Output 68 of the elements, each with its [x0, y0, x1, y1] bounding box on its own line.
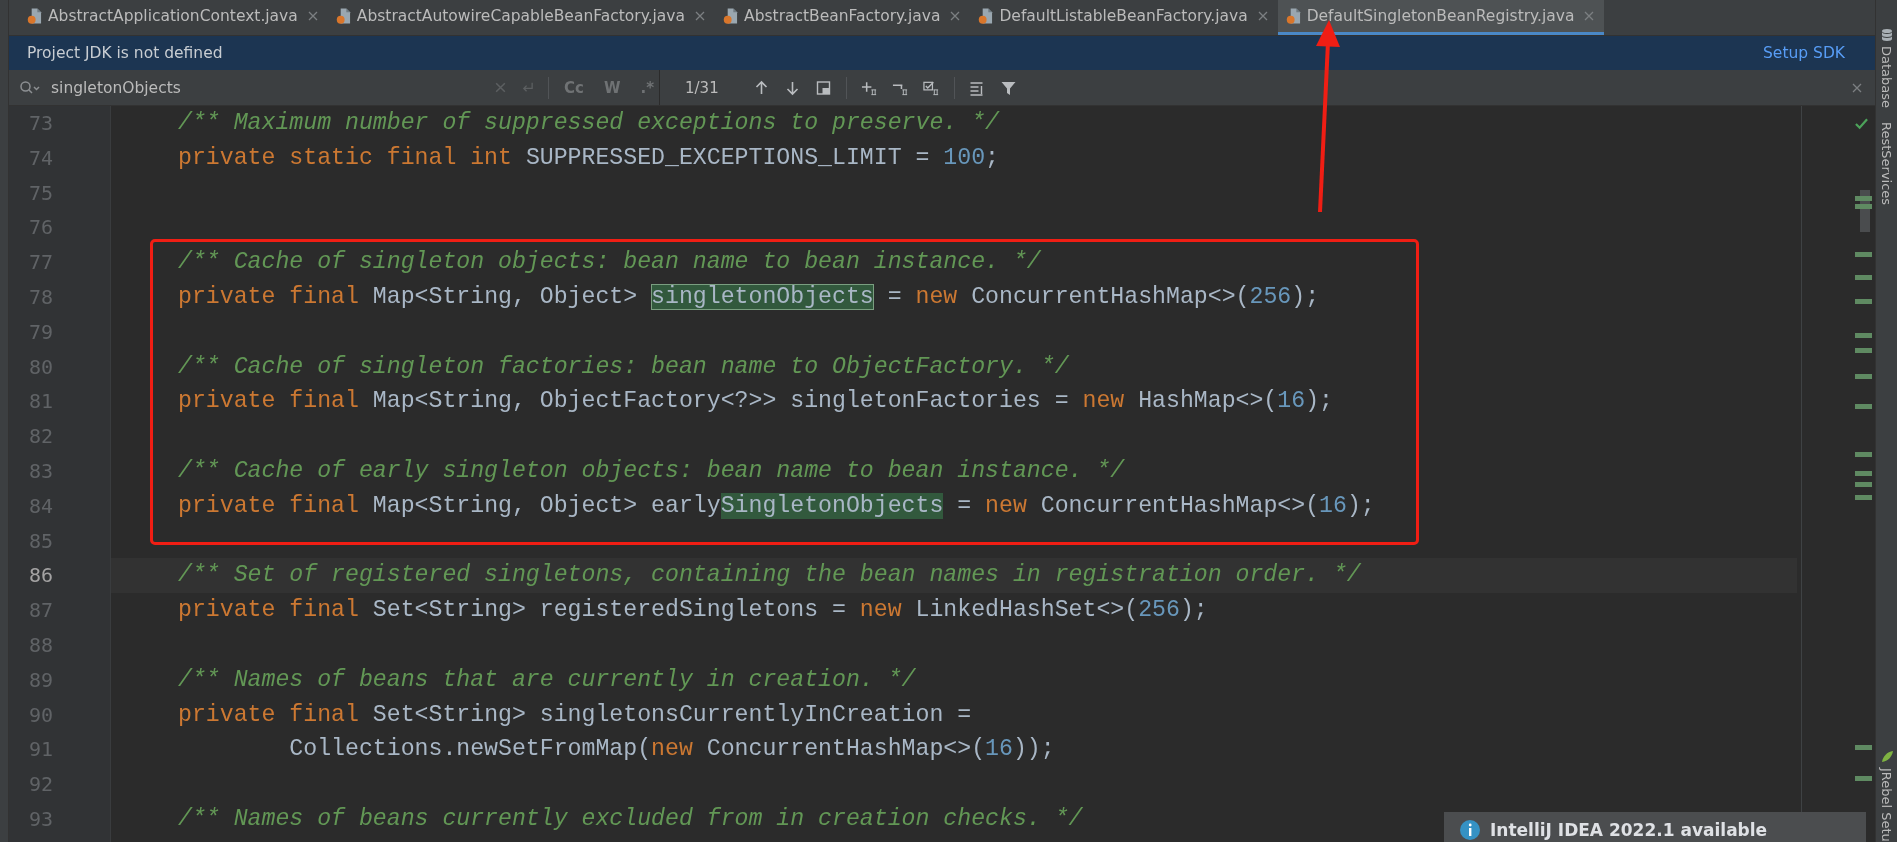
- editor-tab[interactable]: DefaultSingletonBeanRegistry.java: [1277, 0, 1605, 35]
- java-file-icon: [978, 7, 994, 25]
- close-icon[interactable]: [307, 11, 318, 21]
- close-icon[interactable]: [950, 11, 961, 21]
- tool-window-button[interactable]: JRebel Setu: [1879, 750, 1894, 842]
- filter-icon[interactable]: [999, 79, 1017, 96]
- match-marker: [1855, 196, 1872, 201]
- code-line: private final Map<String, Object> earlySingletonObjects = new ConcurrentHashMap<>(16);: [178, 492, 1375, 519]
- setup-sdk-link[interactable]: Setup SDK: [1763, 44, 1845, 62]
- align-icon[interactable]: [968, 79, 986, 96]
- match-marker: [1855, 374, 1872, 379]
- java-file-icon: [27, 7, 42, 25]
- editor-tab[interactable]: AbstractBeanFactory.java: [715, 0, 971, 35]
- match-marker: [1855, 204, 1872, 209]
- tab-label: DefaultListableBeanFactory.java: [999, 7, 1248, 25]
- match-marker: [1855, 348, 1872, 353]
- match-marker: [1855, 776, 1872, 781]
- check-icon: [1855, 118, 1868, 130]
- add-occurrence-icon[interactable]: [860, 79, 878, 96]
- code-line: private static final int SUPPRESSED_EXCEPTIONS_LIMIT = 100;: [178, 144, 999, 171]
- banner-message: Project JDK is not defined: [27, 44, 223, 62]
- java-file-icon: [335, 7, 351, 25]
- code-line: /** Set of registered singletons, containing the bean names in registration order. */: [178, 562, 1361, 589]
- code-line: private final Set<String> singletonsCurrentlyInCreation =: [178, 701, 972, 728]
- match-marker: [1855, 495, 1872, 500]
- match-marker: [1855, 333, 1872, 338]
- code-line: private final Set<String> registeredSingletons = new LinkedHashSet<>(256);: [178, 597, 1208, 624]
- code-line: /** Names of beans currently excluded from in creation checks. */: [178, 805, 1083, 832]
- code-line: /** Names of beans that are currently in creation. */: [178, 666, 916, 693]
- close-icon[interactable]: [1584, 11, 1595, 21]
- close-icon[interactable]: [1257, 11, 1268, 21]
- tab-label: AbstractAutowireCapableBeanFactory.java: [356, 7, 686, 25]
- match-marker: [1855, 482, 1872, 487]
- code-line: private final Map<String, ObjectFactory<?>> singletonFactories = new HashMap<>(16);: [178, 388, 1333, 415]
- code-line: /** Cache of early singleton objects: bean name to bean instance. */: [178, 457, 1125, 484]
- tool-window-button[interactable]: RestServices: [1879, 122, 1894, 206]
- tab-label: AbstractBeanFactory.java: [744, 7, 941, 25]
- info-icon: [1460, 820, 1480, 840]
- match-marker: [1855, 299, 1872, 304]
- match-marker: [1855, 452, 1872, 457]
- java-file-icon: [1285, 7, 1301, 25]
- close-icon[interactable]: [695, 11, 706, 21]
- match-marker: [1855, 745, 1872, 750]
- java-file-icon: [723, 7, 739, 25]
- notification-title: IntelliJ IDEA 2022.1 available: [1490, 820, 1768, 840]
- clear-icon[interactable]: [494, 81, 507, 94]
- editor-tab[interactable]: AbstractApplicationContext.java: [19, 0, 328, 35]
- match-marker: [1855, 252, 1872, 257]
- tool-window-button[interactable]: Database: [1879, 28, 1894, 109]
- tab-label: DefaultSingletonBeanRegistry.java: [1306, 7, 1575, 25]
- close-icon[interactable]: [1851, 81, 1863, 94]
- code-line: private final Map<String, Object> singletonObjects = new ConcurrentHashMap<>(256);: [178, 284, 1320, 310]
- tab-label: AbstractApplicationContext.java: [48, 7, 298, 25]
- code-line: Collections.newSetFromMap(new ConcurrentHashMap<>(16));: [288, 736, 1055, 763]
- match-marker: [1855, 404, 1872, 409]
- editor-tab[interactable]: AbstractAutowireCapableBeanFactory.java: [327, 0, 716, 35]
- editor-tab[interactable]: DefaultListableBeanFactory.java: [970, 0, 1278, 35]
- match-marker: [1855, 275, 1872, 280]
- window-icon[interactable]: [814, 79, 832, 96]
- select-all-icon[interactable]: [922, 79, 940, 96]
- code-line: /** Cache of singleton factories: bean name to ObjectFactory. */: [178, 353, 1069, 380]
- code-line: /** Maximum number of suppressed exceptions to preserve. */: [178, 110, 999, 136]
- search-icon[interactable]: [19, 79, 41, 96]
- match-count: 1/31: [685, 78, 719, 97]
- match-marker: [1855, 471, 1872, 476]
- code-line: /** Cache of singleton objects: bean name to bean instance. */: [178, 249, 1041, 276]
- database-icon: [1880, 28, 1893, 42]
- line-number: 86: [27, 562, 54, 590]
